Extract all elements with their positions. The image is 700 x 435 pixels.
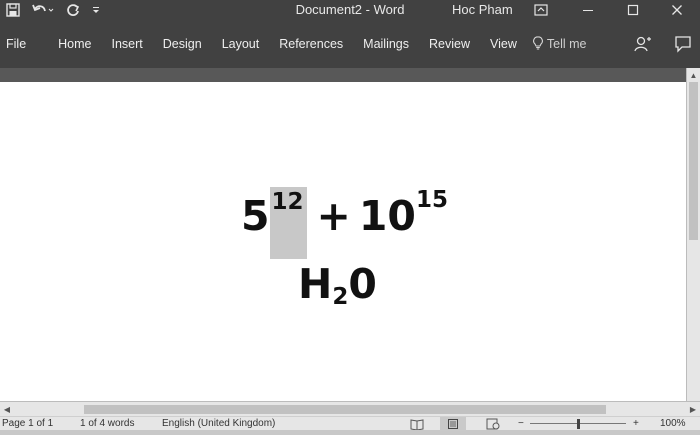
zoom-out-button[interactable]: − <box>518 417 524 431</box>
title-bar: Document2 - Word Hoc Pham <box>0 0 700 20</box>
lightbulb-icon <box>533 35 543 53</box>
scroll-up-icon[interactable]: ▲ <box>687 68 700 82</box>
subscript-two: 2 <box>332 284 349 310</box>
vertical-scrollbar[interactable]: ▲ <box>686 68 700 401</box>
close-icon[interactable] <box>662 0 692 20</box>
web-layout-icon[interactable] <box>486 418 500 435</box>
ribbon-tabs: File Home Insert Design Layout Reference… <box>0 20 586 68</box>
vertical-scroll-thumb[interactable] <box>689 82 698 240</box>
zoom-level[interactable]: 100% <box>660 417 686 431</box>
base-ten: 10 <box>358 192 416 240</box>
print-layout-icon[interactable] <box>440 417 466 431</box>
user-name[interactable]: Hoc Pham <box>452 0 513 20</box>
comments-icon[interactable] <box>674 20 692 68</box>
letter-h: H <box>298 260 333 308</box>
read-mode-icon[interactable] <box>410 418 424 435</box>
scroll-left-icon[interactable]: ◀ <box>0 402 14 416</box>
tab-insert[interactable]: Insert <box>102 20 153 68</box>
zoom-slider-thumb[interactable] <box>577 419 580 429</box>
superscript-fifteen: 15 <box>415 187 448 213</box>
tab-file[interactable]: File <box>0 20 48 68</box>
superscript-twelve-selected[interactable]: 12 <box>269 187 307 259</box>
tab-design[interactable]: Design <box>153 20 212 68</box>
plus-sign: + <box>316 192 351 240</box>
maximize-icon[interactable] <box>618 0 648 20</box>
exponent-expression[interactable]: 5 12 + 10 15 <box>241 187 448 259</box>
tab-review[interactable]: Review <box>419 20 480 68</box>
tab-home[interactable]: Home <box>48 20 101 68</box>
word-count[interactable]: 1 of 4 words <box>80 417 134 431</box>
tab-view[interactable]: View <box>480 20 527 68</box>
tell-me-box[interactable]: Tell me <box>527 35 587 53</box>
subscript-expression[interactable]: H 2 0 <box>298 260 377 310</box>
tab-references[interactable]: References <box>269 20 353 68</box>
ribbon: File Home Insert Design Layout Reference… <box>0 20 700 68</box>
digit-zero: 0 <box>348 260 377 308</box>
tab-layout[interactable]: Layout <box>212 20 270 68</box>
ribbon-display-options-icon[interactable] <box>526 0 556 20</box>
document-canvas[interactable]: 5 12 + 10 15 H 2 0 <box>0 82 686 401</box>
share-icon[interactable] <box>634 20 652 68</box>
base-five: 5 <box>241 192 270 240</box>
tell-me-label: Tell me <box>546 37 587 51</box>
language-indicator[interactable]: English (United Kingdom) <box>162 417 275 431</box>
horizontal-scrollbar[interactable]: ◀ ▶ <box>0 401 700 416</box>
page-count[interactable]: Page 1 of 1 <box>2 417 53 431</box>
scroll-right-icon[interactable]: ▶ <box>686 402 700 416</box>
zoom-in-button[interactable]: + <box>633 417 639 431</box>
ruler-area <box>0 68 700 82</box>
tab-mailings[interactable]: Mailings <box>353 20 419 68</box>
minimize-icon[interactable] <box>573 0 603 20</box>
status-bar: Page 1 of 1 1 of 4 words English (United… <box>0 416 700 431</box>
horizontal-scroll-thumb[interactable] <box>84 405 606 414</box>
